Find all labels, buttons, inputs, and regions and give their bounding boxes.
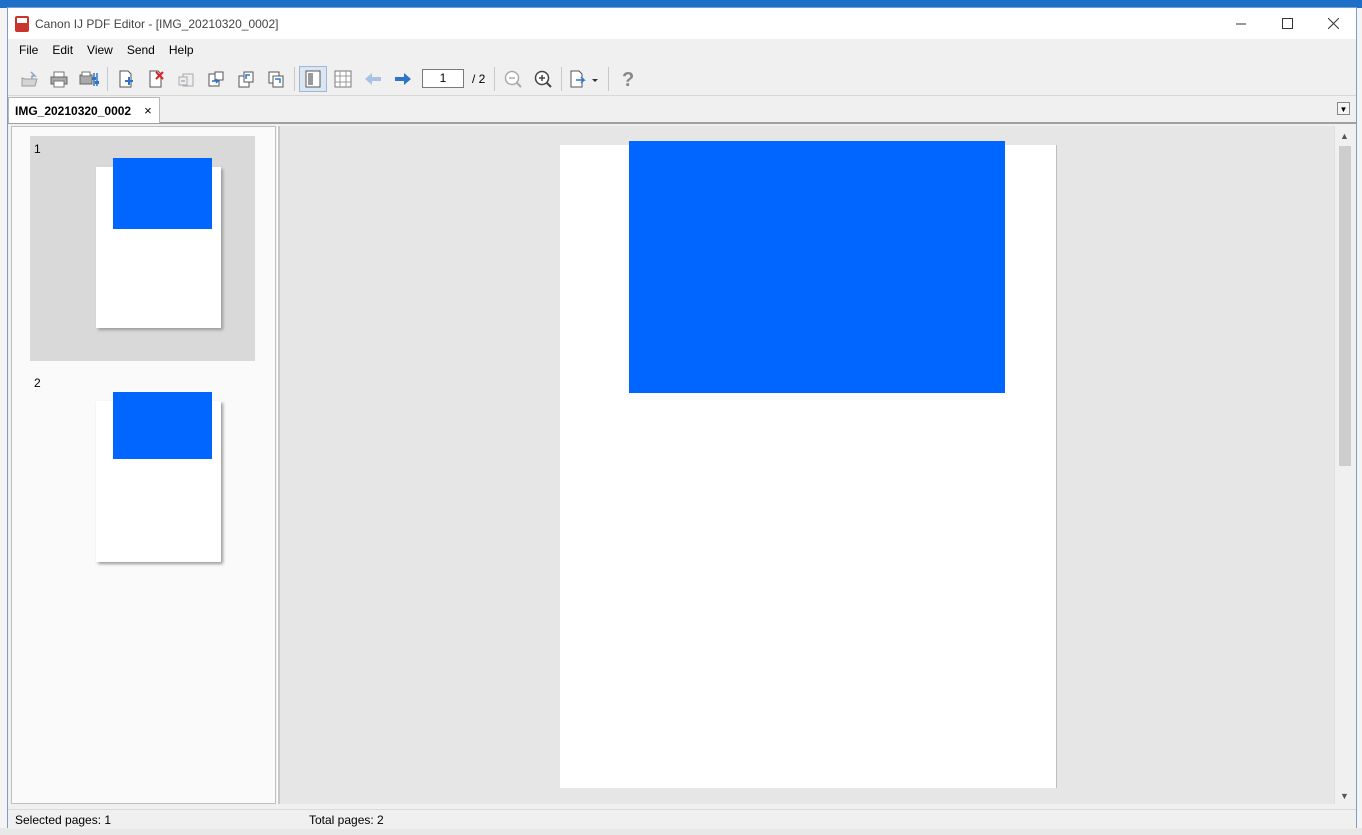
rotate-left-button[interactable] bbox=[171, 65, 201, 93]
page-view-area[interactable] bbox=[280, 126, 1334, 804]
add-page-button[interactable] bbox=[111, 65, 141, 93]
toolbar-separator bbox=[294, 66, 295, 91]
vertical-scrollbar[interactable]: ▲ ▼ bbox=[1334, 126, 1355, 804]
pdf-app-icon bbox=[15, 15, 29, 32]
page-thumbnail-1[interactable]: 1 bbox=[30, 136, 255, 361]
menu-view[interactable]: View bbox=[80, 39, 120, 61]
toolbar-separator bbox=[608, 66, 610, 91]
menu-bar: File Edit View Send Help bbox=[8, 39, 1356, 61]
menu-help[interactable]: Help bbox=[162, 39, 201, 61]
menu-edit[interactable]: Edit bbox=[45, 39, 80, 61]
export-icon bbox=[570, 70, 599, 87]
scroll-down-arrow-icon[interactable]: ▼ bbox=[1335, 788, 1354, 804]
zoom-in-icon bbox=[535, 70, 553, 88]
thumbnail-image bbox=[113, 392, 212, 459]
close-icon bbox=[1327, 18, 1339, 29]
move-page-left-icon bbox=[238, 71, 254, 87]
document-tab-label: IMG_20210320_0002 bbox=[15, 103, 132, 118]
toolbar-separator bbox=[494, 66, 496, 91]
export-button[interactable] bbox=[565, 65, 605, 93]
rotate-left-icon bbox=[178, 73, 194, 86]
page-view-icon bbox=[305, 70, 321, 87]
minimize-icon bbox=[1235, 23, 1246, 25]
page-number-input[interactable]: 1 bbox=[422, 69, 464, 88]
app-window: Canon IJ PDF Editor - [IMG_20210320_0002… bbox=[7, 7, 1357, 829]
settings-button[interactable] bbox=[74, 65, 104, 93]
toolbar-separator bbox=[561, 66, 563, 91]
menu-send[interactable]: Send bbox=[120, 39, 162, 61]
move-page-left-button[interactable] bbox=[231, 65, 261, 93]
open-icon bbox=[21, 70, 38, 86]
document-tab[interactable]: IMG_20210320_0002 × bbox=[8, 97, 160, 123]
window-title: Canon IJ PDF Editor - [IMG_20210320_0002… bbox=[35, 16, 279, 31]
move-page-right-icon bbox=[268, 71, 284, 87]
page-image bbox=[629, 141, 1005, 393]
thumbnail-pane: 1 2 bbox=[11, 126, 276, 804]
thumbnail-image bbox=[113, 158, 212, 229]
help-icon: ? bbox=[622, 69, 634, 89]
maximize-icon bbox=[1281, 18, 1293, 29]
scroll-up-arrow-icon[interactable]: ▲ bbox=[1335, 128, 1354, 144]
status-bar: Selected pages: 1 Total pages: 2 bbox=[8, 809, 1356, 829]
total-pages-status: Total pages: 2 bbox=[309, 812, 384, 827]
scrollbar-thumb[interactable] bbox=[1339, 146, 1351, 466]
tab-list-dropdown[interactable]: ▼ bbox=[1337, 102, 1350, 115]
delete-page-button[interactable] bbox=[141, 65, 171, 93]
menu-file[interactable]: File bbox=[8, 39, 45, 61]
toolbar: 1 / 2 ? bbox=[8, 62, 1356, 96]
close-tab-icon[interactable]: × bbox=[144, 103, 152, 118]
delete-page-icon bbox=[149, 70, 164, 87]
print-button[interactable] bbox=[44, 65, 74, 93]
settings-icon bbox=[79, 71, 99, 86]
previous-page-button[interactable] bbox=[358, 65, 388, 93]
zoom-in-button[interactable] bbox=[528, 65, 558, 93]
document-tab-bar: IMG_20210320_0002 × ▼ bbox=[8, 96, 1356, 124]
zoom-out-button[interactable] bbox=[498, 65, 528, 93]
maximize-button[interactable] bbox=[1264, 8, 1310, 39]
thumbnail-view-button[interactable] bbox=[328, 65, 358, 93]
window-controls bbox=[1218, 8, 1356, 39]
close-button[interactable] bbox=[1310, 8, 1356, 39]
svg-text:?: ? bbox=[622, 69, 634, 89]
next-page-icon bbox=[395, 72, 411, 85]
page-total-label: / 2 bbox=[472, 71, 486, 86]
thumbnail-number: 1 bbox=[34, 142, 41, 156]
open-button[interactable] bbox=[14, 65, 44, 93]
zoom-out-icon bbox=[505, 70, 523, 88]
selected-pages-status: Selected pages: 1 bbox=[15, 812, 112, 827]
move-page-right-button[interactable] bbox=[261, 65, 291, 93]
title-bar: Canon IJ PDF Editor - [IMG_20210320_0002… bbox=[8, 8, 1356, 39]
thumbnail-number: 2 bbox=[34, 376, 41, 390]
add-page-icon bbox=[119, 70, 133, 87]
rotate-right-button[interactable] bbox=[201, 65, 231, 93]
print-icon bbox=[50, 71, 68, 87]
help-button[interactable]: ? bbox=[612, 65, 642, 93]
background-window-edge-bottom bbox=[0, 828, 1362, 835]
thumbnail-view-icon bbox=[334, 70, 352, 87]
next-page-button[interactable] bbox=[388, 65, 418, 93]
page-thumbnail-2[interactable]: 2 bbox=[30, 370, 255, 570]
previous-page-icon bbox=[365, 72, 381, 85]
rotate-right-icon bbox=[208, 71, 224, 86]
page-view-button[interactable] bbox=[299, 65, 327, 92]
minimize-button[interactable] bbox=[1218, 8, 1264, 39]
toolbar-separator bbox=[107, 66, 108, 91]
